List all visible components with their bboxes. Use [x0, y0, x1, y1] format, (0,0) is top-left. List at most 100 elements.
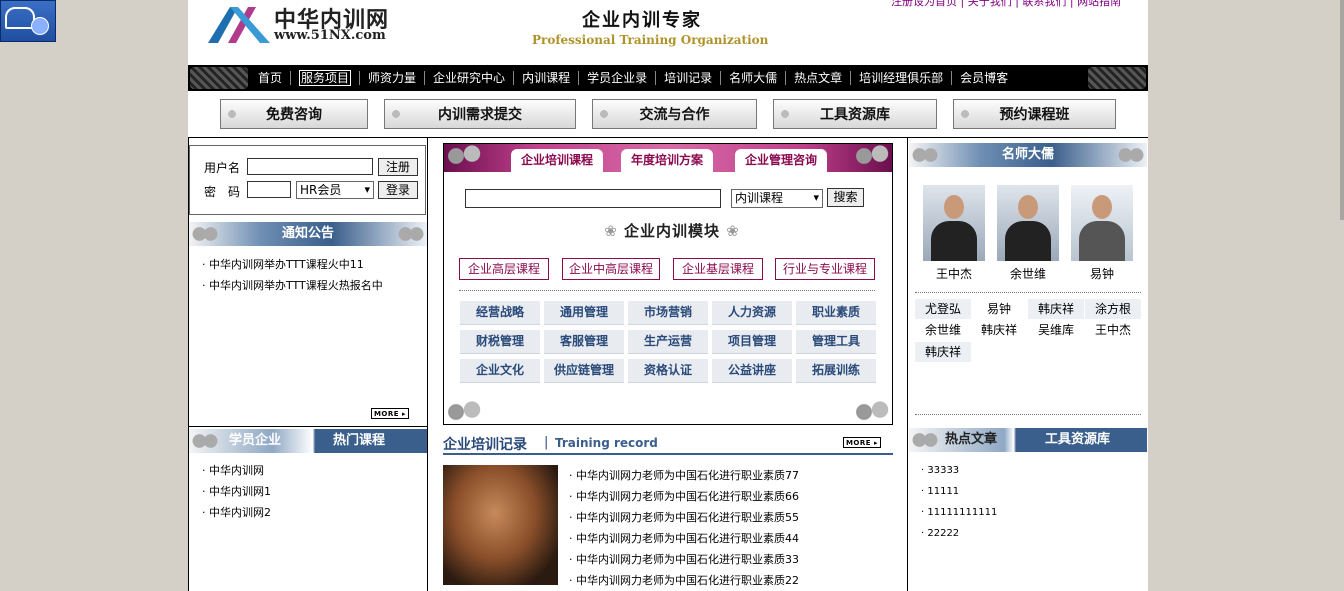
- module-button[interactable]: 管理工具: [796, 330, 876, 354]
- password-input[interactable]: [247, 181, 291, 198]
- master-name-cell[interactable]: 涂方根: [1085, 299, 1141, 319]
- nav-item-services[interactable]: 服务项目: [290, 70, 359, 86]
- submit-needs-button[interactable]: 内训需求提交: [384, 99, 576, 129]
- header: 中华内训网 www.51NX.com 企业内训专家 Professional T…: [188, 0, 1148, 64]
- nav-item-faculty[interactable]: 师资力量: [359, 71, 424, 85]
- ornament-icon: [191, 224, 219, 244]
- username-input[interactable]: [247, 158, 373, 175]
- list-item[interactable]: 中华内训网力老师为中国石化进行职业素质44: [569, 528, 799, 549]
- list-item[interactable]: 11111: [921, 481, 997, 502]
- master-photo[interactable]: [997, 185, 1059, 261]
- level-industry-button[interactable]: 行业与专业课程: [775, 258, 875, 280]
- level-middle-button[interactable]: 企业中高层课程: [562, 258, 660, 280]
- member-type-select[interactable]: HR会员: [296, 181, 374, 199]
- tab-hot-courses[interactable]: 热门课程: [333, 429, 385, 453]
- nav-item-records[interactable]: 培训记录: [655, 71, 720, 85]
- list-item[interactable]: 中华内训网力老师为中国石化进行职业素质33: [569, 549, 799, 570]
- tab-annual-plan[interactable]: 年度培训方案: [621, 149, 713, 172]
- free-consult-button[interactable]: 免费咨询: [220, 99, 368, 129]
- record-photo[interactable]: [443, 465, 558, 585]
- module-button[interactable]: 供应链管理: [544, 359, 624, 383]
- divider: [459, 290, 875, 291]
- module-button[interactable]: 生产运营: [628, 330, 708, 354]
- search-category-select[interactable]: 内训课程: [731, 189, 823, 208]
- list-item[interactable]: 中华内训网2: [202, 502, 271, 523]
- list-item[interactable]: 中华内训网力老师为中国石化进行职业素质66: [569, 486, 799, 507]
- tool-library-button[interactable]: 工具资源库: [773, 99, 937, 129]
- master-name-cell[interactable]: 韩庆祥: [915, 342, 971, 362]
- ornament-icon: [852, 400, 892, 424]
- module-button[interactable]: 资格认证: [628, 359, 708, 383]
- username-label: 用户名: [204, 161, 241, 175]
- master-name-cell[interactable]: 王中杰: [1085, 320, 1141, 340]
- master-name[interactable]: 王中杰: [923, 265, 985, 282]
- list-item[interactable]: 22222: [921, 523, 997, 544]
- module-button[interactable]: 公益讲座: [712, 359, 792, 383]
- list-item[interactable]: 33333: [921, 460, 997, 481]
- records-subtitle: Training record: [555, 436, 658, 450]
- module-button[interactable]: 市场营销: [628, 301, 708, 325]
- module-button[interactable]: 通用管理: [544, 301, 624, 325]
- master-name-cell[interactable]: 余世维: [915, 320, 971, 340]
- master-photo[interactable]: [923, 185, 985, 261]
- level-base-button[interactable]: 企业基层课程: [673, 258, 763, 280]
- level-senior-button[interactable]: 企业高层课程: [459, 258, 549, 280]
- module-button[interactable]: 企业文化: [460, 359, 540, 383]
- records-header: 企业培训记录 | Training record MORE: [443, 433, 893, 455]
- ornament-icon: [911, 145, 939, 165]
- main-nav: 首页 服务项目 师资力量 企业研究中心 内训课程 学员企业录 培训记录 名师大儒…: [188, 65, 1148, 91]
- module-button[interactable]: 财税管理: [460, 330, 540, 354]
- top-links[interactable]: 注册设为首页 | 关于我们 | 联系我们 | 网站指南: [891, 0, 1121, 9]
- register-button[interactable]: 注册: [378, 158, 418, 176]
- nav-item-home[interactable]: 首页: [250, 71, 290, 85]
- master-name-cell[interactable]: 尤登弘: [915, 299, 971, 319]
- module-button[interactable]: 拓展训练: [796, 359, 876, 383]
- master-name[interactable]: 余世维: [997, 265, 1059, 282]
- module-button[interactable]: 人力资源: [712, 301, 792, 325]
- cooperation-button[interactable]: 交流与合作: [592, 99, 757, 129]
- list-item[interactable]: 中华内训网: [202, 460, 271, 481]
- master-name[interactable]: 易钟: [1071, 265, 1133, 282]
- list-item[interactable]: 中华内训网力老师为中国石化进行职业素质77: [569, 465, 799, 486]
- module-button[interactable]: 客服管理: [544, 330, 624, 354]
- nav-item-research[interactable]: 企业研究中心: [424, 71, 513, 85]
- master-name-cell[interactable]: 易钟: [971, 299, 1027, 319]
- master-photo[interactable]: [1071, 185, 1133, 261]
- records-more-button[interactable]: MORE: [843, 437, 881, 448]
- records-title: 企业培训记录: [443, 437, 527, 453]
- nav-item-companies[interactable]: 学员企业录: [578, 71, 655, 85]
- master-name-cell[interactable]: 韩庆祥: [971, 320, 1027, 340]
- list-item[interactable]: 中华内训网1: [202, 481, 271, 502]
- master-name-cell[interactable]: 韩庆祥: [1028, 299, 1084, 319]
- nav-item-masters[interactable]: 名师大儒: [720, 71, 785, 85]
- book-course-button[interactable]: 预约课程班: [953, 99, 1116, 129]
- desktop-network-icon[interactable]: [0, 0, 56, 42]
- list-item[interactable]: 中华内训网举办TTT课程火热报名中: [202, 275, 383, 296]
- masters-title: 名师大儒: [909, 143, 1147, 167]
- tab-student-companies[interactable]: 学员企业: [229, 429, 281, 453]
- tab-consulting[interactable]: 企业管理咨询: [735, 149, 827, 172]
- master-name-cell[interactable]: 吴维库: [1028, 320, 1084, 340]
- logo-url[interactable]: www.51NX.com: [274, 28, 386, 43]
- list-item[interactable]: 中华内训网力老师为中国石化进行职业素质55: [569, 507, 799, 528]
- divider: [915, 292, 1141, 293]
- tab-tool-library[interactable]: 工具资源库: [1045, 428, 1110, 452]
- list-item[interactable]: 中华内训网举办TTT课程火中11: [202, 254, 383, 275]
- module-button[interactable]: 职业素质: [796, 301, 876, 325]
- login-box: 用户名 注册 密 码 HR会员 登录: [189, 145, 426, 215]
- nav-item-club[interactable]: 培训经理俱乐部: [850, 71, 951, 85]
- scrollbar[interactable]: [1340, 0, 1344, 220]
- nav-item-blog[interactable]: 会员博客: [951, 71, 1016, 85]
- notice-more-button[interactable]: MORE: [371, 408, 409, 419]
- search-input[interactable]: [465, 189, 721, 208]
- list-item[interactable]: 中华内训网力老师为中国石化进行职业素质22: [569, 570, 799, 591]
- nav-item-articles[interactable]: 热点文章: [785, 71, 850, 85]
- module-button[interactable]: 项目管理: [712, 330, 792, 354]
- search-button[interactable]: 搜索: [827, 188, 864, 207]
- tab-enterprise-courses[interactable]: 企业培训课程: [511, 149, 603, 172]
- tab-hot-articles[interactable]: 热点文章: [945, 428, 997, 452]
- list-item[interactable]: 11111111111: [921, 502, 997, 523]
- login-button[interactable]: 登录: [378, 181, 418, 199]
- module-button[interactable]: 经营战略: [460, 301, 540, 325]
- nav-item-courses[interactable]: 内训课程: [513, 71, 578, 85]
